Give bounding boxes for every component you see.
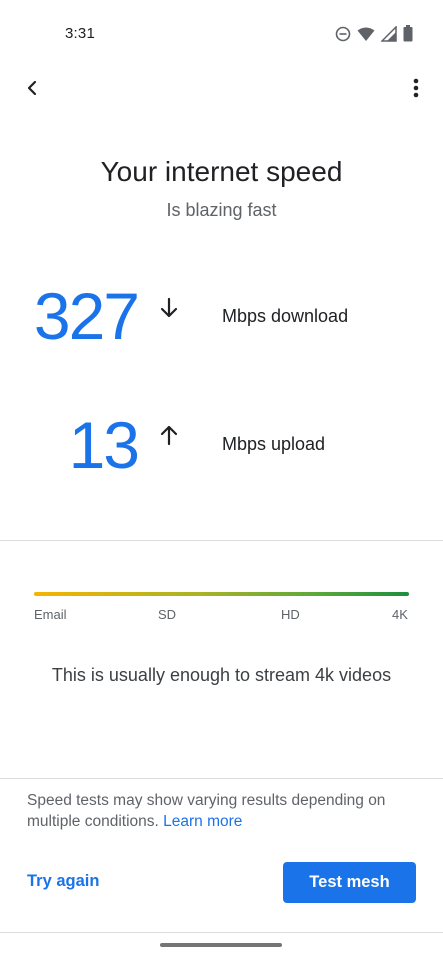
status-time: 3:31: [65, 25, 95, 42]
wifi-icon: [357, 26, 375, 42]
divider: [0, 932, 443, 933]
back-arrow-icon: [24, 80, 40, 101]
status-icons: [335, 25, 413, 42]
try-again-button[interactable]: Try again: [27, 872, 99, 891]
speed-gauge-bar: [34, 592, 409, 596]
gauge-label-4k: 4K: [392, 607, 408, 622]
page-title: Your internet speed: [100, 156, 343, 187]
home-indicator[interactable]: [160, 943, 282, 947]
cellular-signal-icon: [381, 25, 397, 42]
more-options-button[interactable]: [401, 72, 431, 108]
page-subtitle: Is blazing fast: [166, 200, 277, 220]
learn-more-link[interactable]: Learn more: [163, 813, 242, 830]
test-mesh-button[interactable]: Test mesh: [283, 862, 416, 903]
upload-speed-row: 13 Mbps upload: [0, 405, 443, 495]
upload-speed-label: Mbps upload: [222, 434, 326, 454]
app-bar: [0, 66, 443, 110]
arrow-down-icon: [157, 296, 181, 320]
upload-speed-value: 13: [68, 408, 140, 482]
do-not-disturb-icon: [335, 26, 351, 42]
more-vert-icon: [413, 78, 419, 103]
gauge-label-hd: HD: [281, 607, 300, 622]
gauge-label-email: Email: [34, 607, 67, 622]
battery-icon: [403, 25, 413, 42]
divider: [0, 778, 443, 779]
download-speed-value: 327: [33, 279, 140, 353]
status-bar: 3:31: [0, 0, 443, 66]
stream-capability-text: This is usually enough to stream 4k vide…: [51, 665, 392, 685]
disclaimer-text: Speed tests may show varying results dep…: [27, 790, 419, 832]
gauge-label-sd: SD: [158, 607, 177, 622]
divider: [0, 540, 443, 541]
arrow-up-icon: [157, 423, 181, 447]
back-button[interactable]: [14, 72, 50, 108]
download-speed-row: 327 Mbps download: [0, 276, 443, 366]
download-speed-label: Mbps download: [222, 306, 349, 326]
